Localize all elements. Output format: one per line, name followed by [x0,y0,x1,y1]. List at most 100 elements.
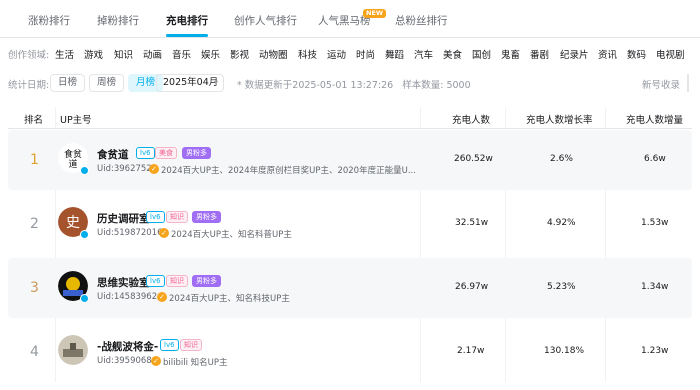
svg-text:食贫: 食贫 [64,148,82,160]
growth-rate: 2.6% [550,154,573,164]
level-badge: lv6 [160,339,179,351]
category-item[interactable]: 时尚 [356,47,375,61]
rank-number: 2 [30,216,39,232]
tab-total-fans[interactable]: 总粉丝排行 [395,13,448,28]
level-badge: lv6 [146,211,165,223]
month-select-value: 2025年04月 [163,77,219,88]
svg-text:道: 道 [68,158,77,170]
avatar[interactable] [58,335,88,365]
up-name[interactable]: -战舰波将金- [97,339,158,354]
uid: Uid:519872016 [97,228,163,238]
level-badge: lv6 [136,147,155,159]
category-item[interactable]: 知识 [114,47,133,61]
up-name[interactable]: 食贫道 [97,147,129,162]
category-item[interactable]: 运动 [327,47,346,61]
up-name[interactable]: 历史调研室 [97,211,150,226]
honor-text: bilibili 知名UP主 [163,358,228,368]
header-up: UP主号 [60,115,92,126]
growth-rate: 5.23% [547,282,576,292]
tab-charge-rank[interactable]: 充电排行 [166,13,208,28]
category-item[interactable]: 国创 [472,47,491,61]
category-filter: 创作领域: 生活 游戏 知识 动画 音乐 娱乐 影视 动物圈 科技 运动 时尚 … [0,42,700,64]
category-item[interactable]: 数码 [627,47,646,61]
category-tag: 知识 [180,339,202,351]
category-tag: 知识 [166,275,188,287]
date-filter-label: 统计日期: [8,80,50,91]
category-item[interactable]: 动物圈 [259,47,288,61]
update-time-note: * 数据更新于2025-05-01 13:27:26 样本数量: 5000 [237,80,471,91]
active-tab-indicator [166,34,208,37]
scroll-handle[interactable] [687,74,689,92]
category-tag: 美食 [155,147,177,159]
category-item[interactable]: 纪录片 [560,47,589,61]
header-growth-rate[interactable]: 充电人数增长率 [526,112,593,126]
table-row[interactable]: 1 食贫道 食贫道 lv6 美食 男粉多 Uid:39627524 ✓ 2024… [8,130,692,190]
svg-text:史: 史 [66,215,80,231]
growth-rate: 130.18% [544,346,585,356]
tab-creator-popularity[interactable]: 创作人气排行 [234,13,297,28]
audience-tag: 男粉多 [192,275,221,287]
weekly-button[interactable]: 周榜 [89,74,125,92]
growth-rate: 4.92% [547,218,576,228]
category-item[interactable]: 影视 [230,47,249,61]
charge-increase: 6.6w [644,154,666,164]
table-header: 排名 UP主号 充电人数 充电人数增长率 充电人数增量 [8,107,692,129]
tab-fans-loss[interactable]: 掉粉排行 [97,13,139,28]
new-account-link[interactable]: 新号收录 [642,77,680,91]
category-item[interactable]: 生活 [55,47,74,61]
table-row[interactable]: 4 -战舰波将金- lv6 知识 Uid:3959068 ✓ bilibili … [8,322,692,382]
rank-number: 3 [30,280,39,296]
charge-count: 260.52w [454,154,493,164]
header-charge-count[interactable]: 充电人数 [452,112,490,126]
honor-text: 2024百大UP主、知名科技UP主 [169,294,290,304]
tab-fans-gain[interactable]: 涨粉排行 [28,13,70,28]
rank-number: 1 [30,152,39,168]
category-item[interactable]: 番剧 [530,47,549,61]
category-label: 创作领域: [8,50,50,61]
ranking-tabs: 涨粉排行 掉粉排行 充电排行 创作人气排行 人气黑马榜 NEW 总粉丝排行 [0,0,700,38]
level-badge: lv6 [146,275,165,287]
sample-size: 样本数量: 5000 [402,80,471,91]
verified-icon [80,294,89,303]
category-tag: 知识 [166,211,188,223]
charge-count: 32.51w [455,218,489,228]
category-item[interactable]: 鬼畜 [501,47,520,61]
category-item[interactable]: 娱乐 [201,47,220,61]
table-row[interactable]: 3 思维实验室 lv6 知识 男粉多 Uid:14583962 ✓ 2024百大… [8,258,692,318]
category-item[interactable]: 美食 [443,47,462,61]
honor-text: 2024百大UP主、知名科普UP主 [171,230,292,240]
honor-text: 2024百大UP主、2024年度原创栏目奖UP主、2020年度正能量U... [161,166,416,176]
honor-icon: ✓ [149,164,159,174]
category-item[interactable]: 科技 [298,47,317,61]
charge-increase: 1.53w [641,218,669,228]
header-increase[interactable]: 充电人数增量 [626,112,683,126]
audience-tag: 男粉多 [192,211,221,223]
category-item[interactable]: 舞蹈 [385,47,404,61]
category-item[interactable]: 电视剧 [656,47,685,61]
header-rank: 排名 [24,115,44,126]
uid: Uid:14583962 [97,292,158,302]
category-item[interactable]: 动画 [143,47,162,61]
daily-button[interactable]: 日榜 [50,74,86,92]
category-item[interactable]: 汽车 [414,47,433,61]
rank-number: 4 [30,344,39,360]
date-filter: 统计日期: 日榜 周榜 月榜 2025年04月 ▾ * 数据更新于2025-05… [0,72,700,92]
category-item[interactable]: 音乐 [172,47,191,61]
category-item[interactable]: 游戏 [84,47,103,61]
honor-icon: ✓ [151,356,161,366]
new-badge: NEW [363,9,387,18]
verified-icon [80,230,89,239]
uid: Uid:3959068 [97,356,152,366]
up-name[interactable]: 思维实验室 [97,275,150,290]
charge-increase: 1.23w [641,346,669,356]
charge-count: 2.17w [457,346,485,356]
verified-icon [80,166,89,175]
charge-increase: 1.34w [641,282,669,292]
table-row[interactable]: 2 史 历史调研室 lv6 知识 男粉多 Uid:519872016 ✓ 202… [8,194,692,254]
charge-count: 26.97w [455,282,489,292]
month-select[interactable]: 2025年04月 ▾ [156,74,224,92]
honor-icon: ✓ [159,228,169,238]
audience-tag: 男粉多 [182,147,211,159]
category-item[interactable]: 资讯 [598,47,617,61]
chevron-down-icon: ▾ [213,78,218,87]
